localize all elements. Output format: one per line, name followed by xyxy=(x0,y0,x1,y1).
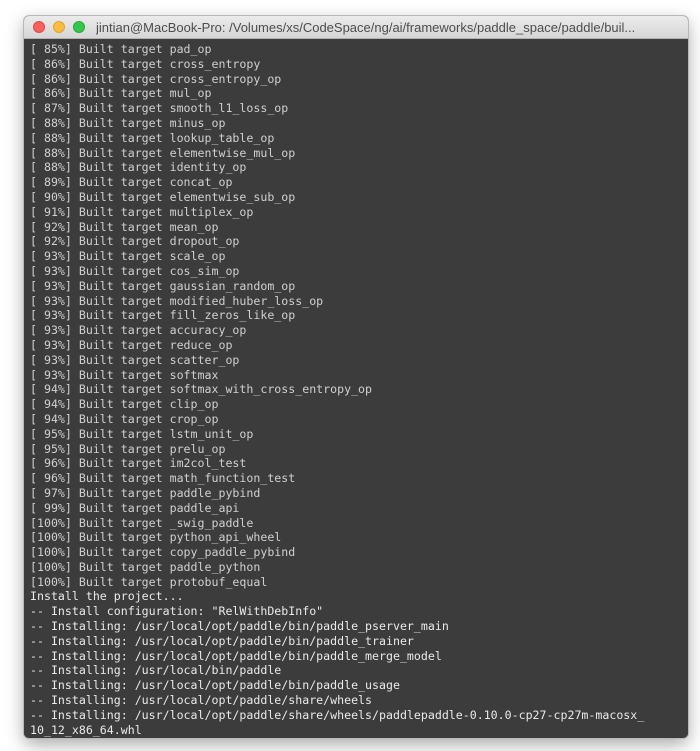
terminal-line: -- Installing: /usr/local/opt/paddle/bin… xyxy=(30,633,414,648)
terminal-line: [ 93%] Built target scatter_op xyxy=(30,352,240,367)
terminal-line: [ 93%] Built target cos_sim_op xyxy=(30,263,240,278)
terminal-line: [ 95%] Built target lstm_unit_op xyxy=(30,426,254,441)
terminal-line: [ 94%] Built target crop_op xyxy=(30,411,219,426)
terminal-line: [ 86%] Built target cross_entropy_op xyxy=(30,71,282,86)
terminal-line: [ 88%] Built target lookup_table_op xyxy=(30,130,275,145)
terminal-line: 10_12_x86_64.whl xyxy=(30,722,142,737)
terminal-line: [ 92%] Built target dropout_op xyxy=(30,234,240,249)
terminal-line: [ 90%] Built target elementwise_sub_op xyxy=(30,189,296,204)
terminal-line: [100%] Built target python_api_wheel xyxy=(30,530,282,545)
terminal-line: [ 95%] Built target prelu_op xyxy=(30,441,226,456)
terminal-line: [ 96%] Built target math_function_test xyxy=(30,471,296,486)
terminal-line: [ 93%] Built target gaussian_random_op xyxy=(30,278,296,293)
terminal-line: [ 92%] Built target mean_op xyxy=(30,219,219,234)
terminal-line: [100%] Built target copy_paddle_pybind xyxy=(30,545,296,560)
terminal-line: -- Installing: /usr/local/opt/paddle/sha… xyxy=(30,707,645,722)
terminal-output[interactable]: [ 85%] Built target pad_op[ 86%] Built t… xyxy=(24,39,688,738)
terminal-window: jintian@MacBook-Pro: /Volumes/xs/CodeSpa… xyxy=(24,16,688,738)
terminal-line: -- Install configuration: "RelWithDebInf… xyxy=(30,604,324,619)
terminal-line: [100%] Built target paddle_python xyxy=(30,559,261,574)
terminal-line: [ 88%] Built target elementwise_mul_op xyxy=(30,145,296,160)
terminal-line: Install the project... xyxy=(30,589,184,604)
terminal-line: [ 94%] Built target clip_op xyxy=(30,397,219,412)
terminal-line: [ 93%] Built target fill_zeros_like_op xyxy=(30,308,296,323)
terminal-line: [ 89%] Built target concat_op xyxy=(30,175,233,190)
terminal-line: [100%] Built target protobuf_equal xyxy=(30,574,268,589)
terminal-line: -- Installing: /usr/local/opt/paddle/bin… xyxy=(30,648,442,663)
terminal-line: [ 88%] Built target minus_op xyxy=(30,115,226,130)
terminal-line: -- Installing: /usr/local/opt/paddle/sha… xyxy=(30,693,373,708)
terminal-line: [ 93%] Built target scale_op xyxy=(30,249,226,264)
terminal-line: [ 93%] Built target softmax xyxy=(30,367,219,382)
terminal-line: [ 88%] Built target identity_op xyxy=(30,160,247,175)
close-window-button[interactable] xyxy=(33,21,45,33)
terminal-line: [ 93%] Built target accuracy_op xyxy=(30,323,247,338)
title-bar[interactable]: jintian@MacBook-Pro: /Volumes/xs/CodeSpa… xyxy=(24,16,688,39)
terminal-line: [ 93%] Built target modified_huber_loss_… xyxy=(30,293,324,308)
terminal-line: -- Installing: /usr/local/opt/paddle/bin… xyxy=(30,678,400,693)
terminal-line: [ 99%] Built target paddle_api xyxy=(30,500,240,515)
minimize-window-button[interactable] xyxy=(53,21,65,33)
terminal-line: [ 86%] Built target cross_entropy xyxy=(30,56,261,71)
terminal-line: [ 96%] Built target im2col_test xyxy=(30,456,247,471)
terminal-line: -- Installing: /usr/local/opt/paddle/bin… xyxy=(30,619,449,634)
zoom-window-button[interactable] xyxy=(73,21,85,33)
terminal-line: [ 86%] Built target mul_op xyxy=(30,86,212,101)
terminal-line: [ 87%] Built target smooth_l1_loss_op xyxy=(30,101,289,116)
terminal-line: [ 94%] Built target softmax_with_cross_e… xyxy=(30,382,373,397)
terminal-line: [ 85%] Built target pad_op xyxy=(30,42,212,56)
terminal-line: [100%] Built target _swig_paddle xyxy=(30,515,254,530)
window-title: jintian@MacBook-Pro: /Volumes/xs/CodeSpa… xyxy=(96,20,636,35)
terminal-line: [ 91%] Built target multiplex_op xyxy=(30,204,254,219)
terminal-line: [ 93%] Built target reduce_op xyxy=(30,337,233,352)
terminal-line: [ 97%] Built target paddle_pybind xyxy=(30,485,261,500)
terminal-line: -- Installing: /usr/local/bin/paddle xyxy=(30,663,282,678)
